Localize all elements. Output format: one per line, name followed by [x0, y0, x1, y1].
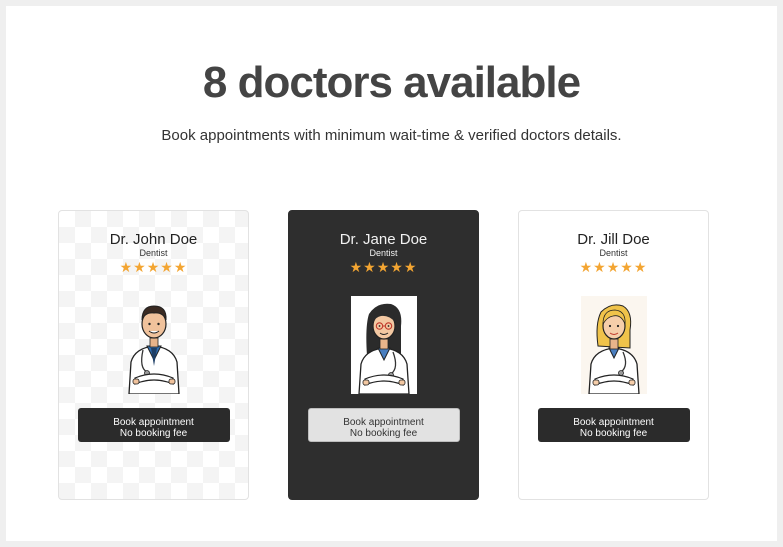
rating-stars: ★★★★★ — [119, 259, 188, 275]
doctor-card-jane[interactable]: Dr. Jane Doe Dentist ★★★★★ Book appointm… — [288, 210, 479, 500]
doctor-card-john[interactable]: Dr. John Doe Dentist ★★★★★ Book appointm… — [58, 210, 249, 500]
book-appointment-button[interactable]: Book appointment No booking fee — [537, 408, 690, 442]
book-appointment-button[interactable]: Book appointment No booking fee — [307, 408, 460, 442]
button-sublabel: No booking fee — [349, 428, 418, 439]
doctor-male-portrait-icon — [121, 296, 187, 395]
rating-stars: ★★★★★ — [349, 259, 418, 275]
book-appointment-button[interactable]: Book appointment No booking fee — [77, 408, 230, 442]
doctor-name: Dr. Jane Doe — [339, 231, 428, 248]
button-sublabel: No booking fee — [579, 428, 648, 439]
doctor-female-glasses-portrait-icon — [350, 296, 417, 395]
doctor-female-blonde-portrait-icon — [580, 296, 647, 395]
doctor-name: Dr. Jill Doe — [577, 231, 650, 248]
button-sublabel: No booking fee — [119, 428, 188, 439]
rating-stars: ★★★★★ — [579, 259, 648, 275]
doctor-specialty: Dentist — [599, 248, 628, 258]
button-label: Book appointment — [573, 417, 654, 428]
page-subtitle: Book appointments with minimum wait-time… — [161, 127, 622, 144]
button-label: Book appointment — [113, 417, 194, 428]
doctor-card-jill[interactable]: Dr. Jill Doe Dentist ★★★★★ Book appointm… — [518, 210, 709, 500]
page-title: 8 doctors available — [202, 58, 581, 107]
doctor-specialty: Dentist — [369, 248, 398, 258]
doctor-specialty: Dentist — [139, 248, 168, 258]
doctor-name: Dr. John Doe — [109, 231, 198, 248]
button-label: Book appointment — [343, 417, 424, 428]
